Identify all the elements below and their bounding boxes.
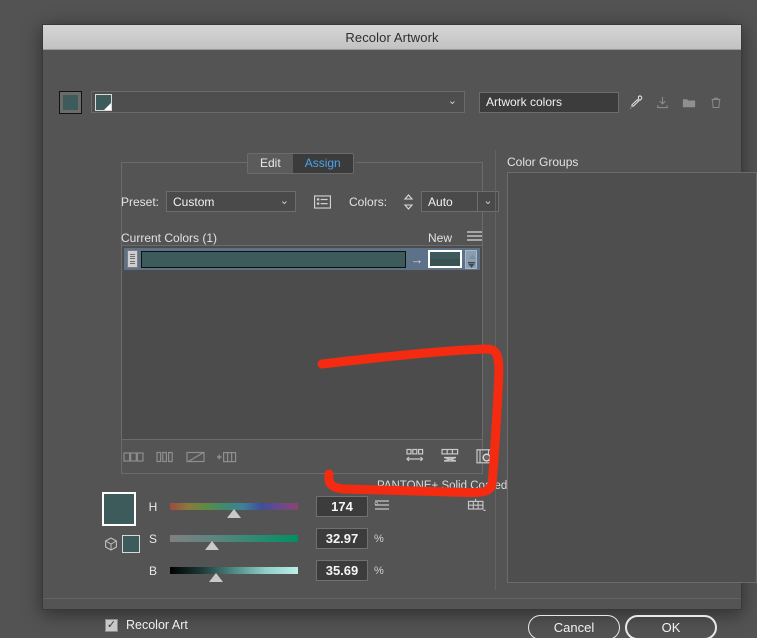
top-toolbar: ⌄ Artwork colors — [59, 90, 727, 114]
hue-label: H — [148, 499, 158, 514]
color-preview-swatch[interactable] — [102, 492, 136, 526]
screen: Recolor Artwork ⌄ Artwork colors Edit As… — [0, 0, 757, 638]
brightness-unit: % — [374, 564, 384, 577]
hue-input[interactable]: 174 — [316, 496, 368, 517]
recolor-art-checkbox[interactable]: ✓ Recolor Art — [105, 618, 188, 632]
hue-slider[interactable] — [170, 503, 298, 518]
preview-color-group-icon[interactable] — [475, 446, 496, 467]
brightness-input[interactable]: 35.69 — [316, 560, 368, 581]
saturation-label: S — [148, 531, 157, 546]
tab-edit[interactable]: Edit — [248, 154, 293, 173]
cancel-button[interactable]: Cancel — [528, 615, 620, 638]
new-color-group-folder-icon[interactable] — [678, 91, 700, 113]
merge-colors-icon[interactable] — [154, 446, 175, 467]
brightness-track — [170, 567, 298, 574]
dialog-body: ⌄ Artwork colors Edit Assign Preset: Cus… — [43, 50, 757, 638]
hue-slider-row: H 174 ° — [147, 496, 386, 518]
new-column-label: New — [427, 231, 452, 245]
color-source-chip-icon — [95, 93, 112, 111]
brightness-slider[interactable] — [170, 567, 298, 582]
eyedropper-icon[interactable] — [624, 91, 646, 113]
brightness-label: B — [148, 563, 157, 578]
current-colors-list[interactable]: → — [121, 245, 483, 440]
add-color-row-icon[interactable] — [216, 446, 237, 467]
separate-colors-icon[interactable] — [123, 446, 144, 467]
preset-colors-row: Preset: Custom ⌄ Colors: Auto ⌄ — [121, 191, 500, 212]
preset-select[interactable]: Custom ⌄ — [166, 191, 297, 212]
colors-label: Colors: — [349, 194, 388, 209]
brightness-value: 35.69 — [325, 563, 359, 578]
hue-unit: ° — [374, 500, 379, 513]
saturation-value: 32.97 — [325, 531, 359, 546]
preset-value: Custom — [173, 194, 215, 209]
list-tools-right — [405, 446, 496, 467]
edit-assign-tabs: Edit Assign — [247, 153, 354, 174]
colors-select[interactable]: Auto ⌄ — [421, 191, 500, 212]
dialog-titlebar: Recolor Artwork — [43, 25, 741, 50]
brightness-slider-row: B 35.69 % — [147, 560, 386, 582]
recolor-artwork-dialog: Recolor Artwork ⌄ Artwork colors Edit As… — [42, 24, 757, 638]
drag-grip-icon[interactable] — [127, 250, 138, 268]
hue-value: 174 — [331, 499, 353, 514]
checkbox-box[interactable]: ✓ — [105, 618, 118, 632]
ok-button[interactable]: OK — [625, 615, 717, 638]
color-source-combo[interactable]: ⌄ — [91, 91, 465, 113]
tab-rule-left — [121, 162, 247, 163]
saturation-thumb[interactable] — [205, 541, 220, 550]
tab-rule-right — [356, 162, 482, 163]
saturation-unit: % — [374, 532, 384, 545]
scroll-up-arrow-icon[interactable] — [466, 250, 478, 262]
preset-label: Preset: — [121, 194, 160, 209]
saturation-slider[interactable] — [170, 535, 298, 550]
color-groups-label: Color Groups — [507, 155, 579, 169]
list-tools-left — [123, 446, 237, 467]
recolor-art-label: Recolor Art — [126, 618, 188, 632]
current-color-bar[interactable] — [141, 250, 406, 268]
save-color-group-icon[interactable] — [651, 91, 673, 113]
active-color-swatch[interactable] — [59, 90, 82, 114]
saturation-slider-row: S 32.97 % — [147, 528, 386, 550]
brightness-thumb[interactable] — [209, 573, 224, 582]
colors-value: Auto — [421, 191, 478, 212]
saturation-input[interactable]: 32.97 — [316, 528, 368, 549]
color-groups-list[interactable] — [507, 172, 757, 583]
randomly-change-color-order-icon[interactable] — [405, 446, 426, 467]
new-color-swatch[interactable] — [428, 250, 462, 268]
footer-divider — [43, 598, 741, 599]
hue-thumb[interactable] — [227, 509, 241, 518]
color-reduction-options-icon[interactable] — [312, 193, 333, 211]
current-colors-title: Current Colors (1) — [121, 231, 218, 245]
dialog-title: Recolor Artwork — [345, 29, 439, 45]
panel-divider — [495, 150, 496, 590]
color-model-cube-icon[interactable] — [104, 537, 118, 551]
delete-color-group-icon[interactable] — [705, 91, 727, 113]
table-row[interactable]: → — [124, 248, 480, 270]
active-color-swatch-fill — [63, 94, 78, 110]
color-library-name: PANTONE+ Solid Coated — [377, 480, 508, 492]
tab-assign[interactable]: Assign — [292, 154, 353, 173]
exclude-color-icon[interactable] — [185, 446, 206, 467]
saturation-track — [170, 535, 298, 542]
color-group-name-value: Artwork colors — [486, 95, 563, 109]
color-group-name-input[interactable]: Artwork colors — [479, 91, 619, 113]
maps-to-arrow-icon: → — [410, 251, 424, 267]
chevron-down-icon: ⌄ — [447, 95, 457, 107]
colors-stepper[interactable] — [403, 193, 414, 211]
out-of-gamut-swatch[interactable] — [122, 535, 140, 553]
chevron-down-icon: ⌄ — [279, 195, 290, 207]
randomly-change-saturation-brightness-icon[interactable] — [440, 446, 461, 467]
color-library-grid-icon[interactable] — [467, 498, 487, 518]
